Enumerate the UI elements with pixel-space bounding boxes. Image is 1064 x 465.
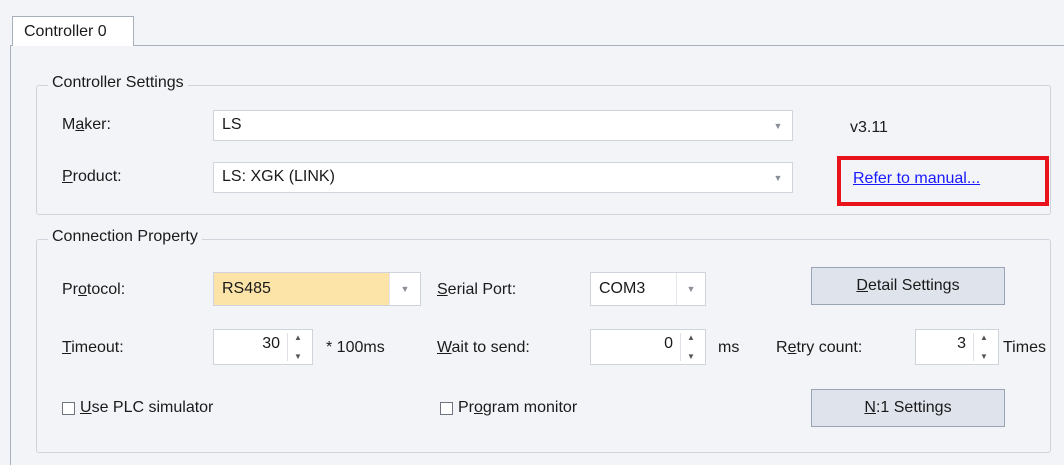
checkbox-box[interactable] xyxy=(62,401,75,415)
spin-down-icon[interactable]: ▼ xyxy=(687,352,695,361)
wait-to-send-stepper[interactable]: 0 ▲ ▼ xyxy=(590,329,706,365)
wait-to-send-value: 0 xyxy=(664,335,673,352)
spin-up-icon[interactable]: ▲ xyxy=(980,333,988,342)
refer-to-manual-link[interactable]: Refer to manual... xyxy=(853,170,980,188)
version-label: v3.11 xyxy=(850,119,888,136)
wait-to-send-label: Wait to send: xyxy=(437,339,530,356)
chevron-down-icon: ▼ xyxy=(773,172,783,183)
connection-property-title: Connection Property xyxy=(48,228,202,246)
retry-count-unit: Times xyxy=(1003,339,1046,356)
serial-port-value: COM3 xyxy=(599,280,646,297)
retry-count-label: Retry count: xyxy=(776,339,863,356)
product-label: Product: xyxy=(62,168,122,185)
protocol-label: Protocol: xyxy=(62,281,126,298)
timeout-stepper[interactable]: 30 ▲ ▼ xyxy=(213,329,313,365)
spin-up-icon[interactable]: ▲ xyxy=(294,333,302,342)
timeout-label: Timeout: xyxy=(62,339,124,356)
checkbox-box[interactable] xyxy=(440,401,453,415)
retry-count-stepper[interactable]: 3 ▲ ▼ xyxy=(915,329,999,365)
use-plc-simulator-checkbox[interactable]: Use PLC simulator xyxy=(62,399,213,417)
product-value: LS: XGK (LINK) xyxy=(222,168,335,185)
spin-down-icon[interactable]: ▼ xyxy=(980,352,988,361)
chevron-down-icon: ▼ xyxy=(389,273,420,305)
program-monitor-checkbox[interactable]: Program monitor xyxy=(440,399,577,417)
wait-to-send-unit: ms xyxy=(718,339,740,356)
n1-settings-button[interactable]: N:1 Settings xyxy=(811,389,1005,427)
use-plc-simulator-label: Use PLC simulator xyxy=(80,399,214,416)
maker-label: Maker: xyxy=(62,116,111,133)
detail-settings-label: Detail Settings xyxy=(856,277,960,294)
serial-port-label: Serial Port: xyxy=(437,281,517,298)
timeout-value: 30 xyxy=(262,335,280,352)
spin-up-icon[interactable]: ▲ xyxy=(687,333,695,342)
maker-value: LS xyxy=(222,116,242,133)
maker-combo[interactable]: LS ▼ xyxy=(213,110,793,141)
retry-count-value: 3 xyxy=(957,335,966,352)
controller-settings-title: Controller Settings xyxy=(48,74,188,92)
serial-port-combo[interactable]: COM3 ▼ xyxy=(590,272,706,306)
program-monitor-label: Program monitor xyxy=(458,399,578,416)
chevron-down-icon: ▼ xyxy=(773,120,783,131)
tab-controller-0[interactable]: Controller 0 xyxy=(12,16,134,46)
timeout-unit: * 100ms xyxy=(326,339,385,356)
tab-label: Controller 0 xyxy=(24,23,107,40)
protocol-combo[interactable]: RS485 ▼ xyxy=(213,272,421,306)
chevron-down-icon: ▼ xyxy=(676,273,705,305)
detail-settings-button[interactable]: Detail Settings xyxy=(811,267,1005,305)
refer-to-manual-text[interactable]: Refer to manual... xyxy=(853,170,980,187)
product-combo[interactable]: LS: XGK (LINK) ▼ xyxy=(213,162,793,193)
n1-settings-label: N:1 Settings xyxy=(864,399,952,416)
protocol-value: RS485 xyxy=(222,280,271,297)
spin-down-icon[interactable]: ▼ xyxy=(294,352,302,361)
